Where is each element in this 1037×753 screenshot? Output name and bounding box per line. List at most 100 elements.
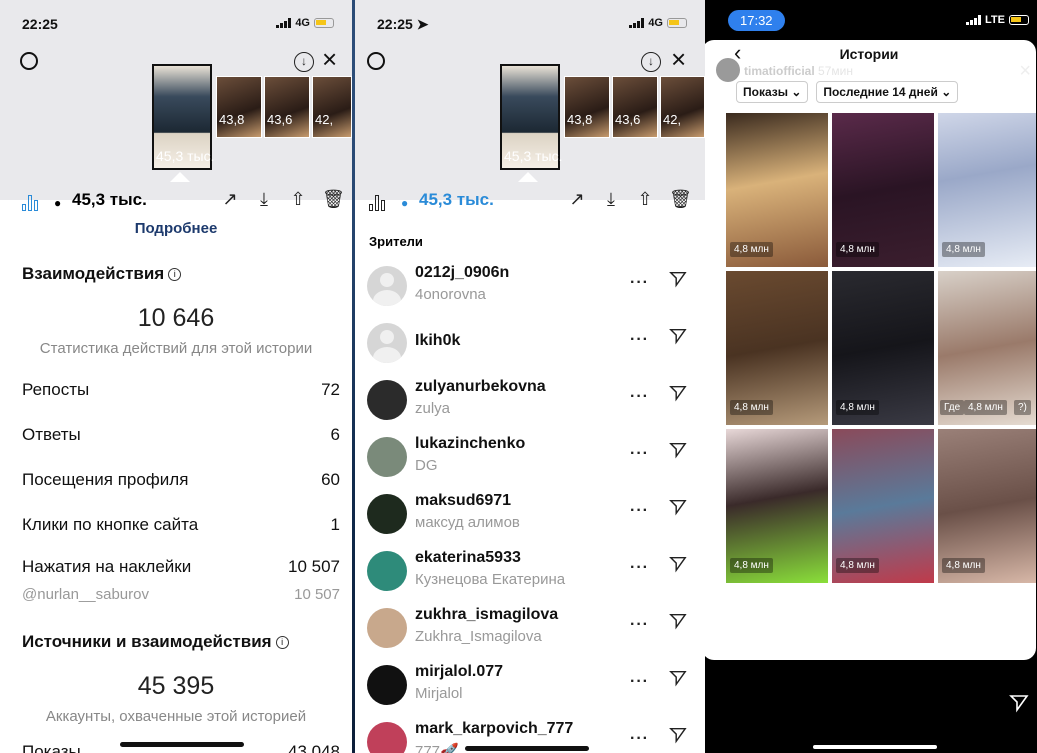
thumb-views: 42,: [663, 112, 682, 127]
promote-icon[interactable]: ↗: [567, 189, 587, 210]
share-icon[interactable]: ⇧: [635, 189, 655, 210]
story-thumb-current[interactable]: 45,3 тыс.: [152, 64, 215, 170]
story-tile[interactable]: 4,8 млн: [938, 113, 1036, 267]
story-tile[interactable]: 4,8 млн: [726, 271, 828, 425]
viewer-username[interactable]: maksud6971: [415, 492, 511, 510]
more-options-icon[interactable]: ···: [630, 331, 649, 349]
avatar[interactable]: [367, 437, 407, 477]
viewer-username[interactable]: zukhra_ismagilova: [415, 606, 558, 624]
more-details-link[interactable]: Подробнее: [0, 220, 352, 237]
more-options-icon[interactable]: ···: [630, 502, 649, 520]
viewer-username[interactable]: mirjalol.077: [415, 663, 503, 681]
info-icon[interactable]: i: [275, 636, 289, 649]
save-icon[interactable]: ⤓: [601, 189, 621, 210]
insights-chart-icon[interactable]: [22, 195, 38, 211]
close-icon[interactable]: ×: [671, 46, 686, 72]
viewer-row[interactable]: zulyanurbekovna zulya ···: [355, 378, 705, 435]
delete-icon[interactable]: 🗑: [669, 189, 692, 210]
download-circle-icon[interactable]: ↓: [294, 52, 314, 72]
more-options-icon[interactable]: ···: [630, 274, 649, 292]
close-icon[interactable]: ×: [322, 46, 337, 72]
share-icon[interactable]: ⇧: [288, 189, 308, 210]
viewer-row[interactable]: zukhra_ismagilova Zukhra_Ismagilova ···: [355, 606, 705, 663]
avatar[interactable]: [367, 323, 407, 363]
story-thumb[interactable]: 43,8: [216, 76, 262, 138]
avatar[interactable]: [367, 266, 407, 306]
avatar[interactable]: [367, 380, 407, 420]
sticker-mention-row[interactable]: @nurlan__saburov 10 507: [22, 586, 340, 603]
viewer-row[interactable]: lukazinchenko DG ···: [355, 435, 705, 492]
story-tile[interactable]: 4,8 млн: [726, 429, 828, 583]
send-icon[interactable]: [1009, 693, 1029, 713]
send-message-icon[interactable]: [669, 384, 687, 402]
story-thumb-current[interactable]: 45,3 тыс.: [500, 64, 563, 170]
view-count: 45,3 тыс.: [72, 190, 147, 209]
more-options-icon[interactable]: ···: [630, 559, 649, 577]
network-type: LTE: [985, 14, 1005, 26]
story-count-badge: 4,8 млн: [730, 242, 773, 257]
delete-icon[interactable]: 🗑: [322, 189, 345, 210]
save-icon[interactable]: ⤓: [254, 189, 274, 210]
avatar[interactable]: [367, 551, 407, 591]
story-thumb[interactable]: 43,6: [612, 76, 658, 138]
viewer-fullname: DG: [415, 457, 438, 474]
viewer-username[interactable]: zulyanurbekovna: [415, 378, 546, 396]
story-tile[interactable]: 4,8 млн: [832, 113, 934, 267]
viewer-username[interactable]: Ikih0k: [415, 332, 460, 350]
story-tile[interactable]: 4,8 млн: [726, 113, 828, 267]
send-message-icon[interactable]: [669, 270, 687, 288]
viewer-username[interactable]: ekaterina5933: [415, 549, 521, 567]
more-options-icon[interactable]: ···: [630, 673, 649, 691]
viewer-row[interactable]: ekaterina5933 Кузнецова Екатерина ···: [355, 549, 705, 606]
view-count[interactable]: 45,3 тыс.: [419, 190, 494, 210]
story-thumb[interactable]: 43,6: [264, 76, 310, 138]
more-options-icon[interactable]: ···: [630, 616, 649, 634]
send-message-icon[interactable]: [669, 555, 687, 573]
story-count-badge: 4,8 млн: [942, 558, 985, 573]
more-options-icon[interactable]: ···: [630, 730, 649, 748]
avatar[interactable]: [367, 494, 407, 534]
filter-period-dropdown[interactable]: Последние 14 дней ⌄: [816, 81, 959, 103]
viewer-username[interactable]: mark_karpovich_777: [415, 720, 573, 738]
promote-icon[interactable]: ↗: [220, 189, 240, 210]
info-icon[interactable]: i: [168, 268, 182, 281]
story-tile[interactable]: 4,8 млн: [832, 429, 934, 583]
viewer-username[interactable]: lukazinchenko: [415, 435, 525, 453]
story-tile[interactable]: 4,8 млн: [832, 271, 934, 425]
avatar[interactable]: [367, 608, 407, 648]
viewer-row[interactable]: maksud6971 максуд алимов ···: [355, 492, 705, 549]
insights-chart-icon[interactable]: [369, 195, 385, 211]
story-tile[interactable]: 4,8 млн Где?): [938, 271, 1036, 425]
viewer-row[interactable]: mirjalol.077 Mirjalol ···: [355, 663, 705, 720]
send-message-icon[interactable]: [669, 726, 687, 744]
settings-gear-icon[interactable]: [367, 52, 385, 70]
viewer-row[interactable]: Ikih0k ···: [355, 321, 705, 378]
avatar[interactable]: [367, 722, 407, 753]
viewer-row[interactable]: 0212j_0906n 4onorovna ···: [355, 264, 705, 321]
viewer-username[interactable]: 0212j_0906n: [415, 264, 509, 282]
send-message-icon[interactable]: [669, 441, 687, 459]
reach-caption: Аккаунты, охваченные этой историей: [45, 708, 307, 725]
home-indicator[interactable]: [465, 746, 589, 751]
story-thumb[interactable]: 42,: [660, 76, 705, 138]
avatar[interactable]: [367, 665, 407, 705]
home-indicator[interactable]: [813, 745, 937, 749]
story-thumb[interactable]: 42,: [312, 76, 352, 138]
send-message-icon[interactable]: [669, 612, 687, 630]
close-icon[interactable]: ×: [1019, 60, 1031, 83]
download-circle-icon[interactable]: ↓: [641, 52, 661, 72]
send-message-icon[interactable]: [669, 498, 687, 516]
signal-bars-icon: [276, 18, 292, 28]
more-options-icon[interactable]: ···: [630, 388, 649, 406]
story-sticker-label: Где: [940, 400, 965, 415]
settings-gear-icon[interactable]: [20, 52, 38, 70]
more-options-icon[interactable]: ···: [630, 445, 649, 463]
send-message-icon[interactable]: [669, 669, 687, 687]
story-thumb[interactable]: 43,8: [564, 76, 610, 138]
home-indicator[interactable]: [120, 742, 244, 747]
account-label: timatiofficial 57мин: [744, 64, 853, 78]
metric-row: Ответы 6: [22, 425, 340, 444]
story-tile[interactable]: 4,8 млн: [938, 429, 1036, 583]
filter-metric-dropdown[interactable]: Показы ⌄: [736, 81, 809, 103]
send-message-icon[interactable]: [669, 327, 687, 345]
